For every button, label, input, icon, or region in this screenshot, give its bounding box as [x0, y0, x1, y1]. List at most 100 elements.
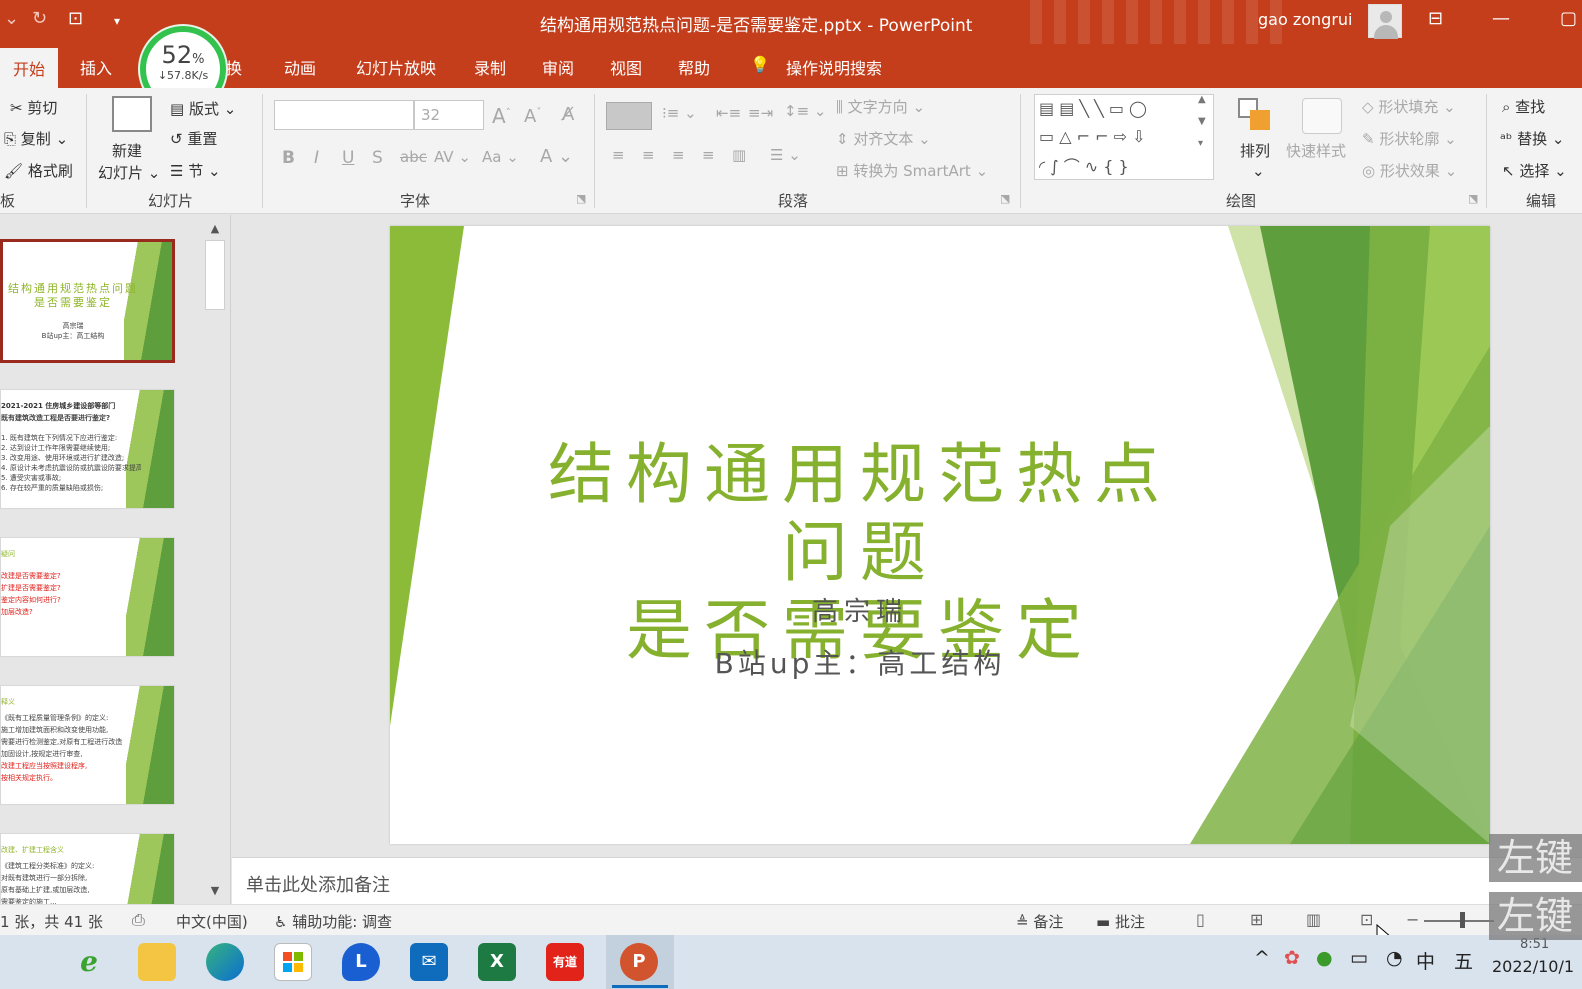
- drawing-dialog-launcher-icon[interactable]: ⬔: [1468, 192, 1478, 205]
- mail-icon[interactable]: ✉: [410, 943, 448, 981]
- section-button[interactable]: ☰ 节 ⌄: [170, 160, 221, 181]
- ime-indicator[interactable]: 中: [1416, 947, 1435, 974]
- thumb-scroll-up-icon[interactable]: ▲: [205, 222, 225, 238]
- increase-font-icon[interactable]: A˄: [492, 104, 511, 128]
- find-button[interactable]: ⌕ 查找: [1502, 96, 1545, 117]
- tab-record[interactable]: 录制: [474, 55, 506, 79]
- store-icon[interactable]: [274, 943, 312, 981]
- decrease-font-icon[interactable]: A˅: [524, 106, 541, 127]
- shapes-gallery[interactable]: ▤ ▤ ╲ ╲ ▭ ◯ ▭ △ ⌐ ⌐ ⇨ ⇩ ◜ ∫ ⌒ ∿ { }: [1034, 94, 1214, 180]
- ie-icon[interactable]: ℯ: [70, 943, 108, 981]
- decrease-indent-icon[interactable]: ⇤≡: [716, 104, 741, 122]
- bold-icon[interactable]: B: [282, 148, 295, 168]
- format-painter-button[interactable]: 🖌 格式刷: [4, 160, 73, 181]
- tab-view[interactable]: 视图: [610, 55, 642, 79]
- quick-styles-button[interactable]: 快速样式: [1286, 140, 1346, 161]
- slide-thumbnail-1[interactable]: 结构通用规范热点问题 是否需要鉴定 高宗瑞 B站up主：高工结构: [0, 239, 175, 363]
- align-right-icon[interactable]: ≡: [672, 146, 685, 164]
- layout-button[interactable]: ▤ 版式 ⌄: [170, 98, 236, 119]
- language-indicator[interactable]: 中文(中国): [176, 911, 248, 932]
- qat-dropdown-icon[interactable]: ⌄: [4, 8, 19, 29]
- replace-button[interactable]: ᵃᵇ 替换 ⌄: [1500, 128, 1564, 149]
- zoom-out-icon[interactable]: −: [1406, 910, 1419, 929]
- minimize-icon[interactable]: —: [1492, 8, 1510, 29]
- align-left-icon[interactable]: ≡: [612, 146, 625, 164]
- shapes-scroll-icon[interactable]: ▲ ▼ ▾: [1198, 94, 1206, 149]
- notes-pane[interactable]: 单击此处添加备注: [232, 857, 1582, 904]
- youdao-icon[interactable]: 有道: [546, 943, 584, 981]
- justify-icon[interactable]: ≡: [702, 146, 715, 164]
- tab-home[interactable]: 开始: [0, 48, 59, 88]
- slide-subtitle[interactable]: B站up主：高工结构: [540, 642, 1180, 682]
- quick-styles-icon[interactable]: [1302, 98, 1342, 134]
- font-name-combo[interactable]: [274, 100, 414, 130]
- line-spacing-icon[interactable]: ↕≡ ⌄: [784, 102, 826, 120]
- tray-security-icon[interactable]: ●: [1316, 947, 1333, 969]
- tab-slideshow[interactable]: 幻灯片放映: [356, 55, 436, 79]
- font-dialog-launcher-icon[interactable]: ⬔: [576, 192, 586, 205]
- distributed-icon[interactable]: ▥: [732, 146, 746, 164]
- user-name[interactable]: gao zongrui: [1258, 10, 1352, 29]
- slide-title[interactable]: 结构通用规范热点问题 是否需要鉴定: [540, 436, 1180, 670]
- tab-review[interactable]: 审阅: [542, 55, 574, 79]
- reading-view-icon[interactable]: ▥: [1306, 910, 1321, 929]
- lenovo-icon[interactable]: L: [342, 943, 380, 981]
- edge-icon[interactable]: [206, 943, 244, 981]
- new-slide-label-1[interactable]: 新建: [112, 140, 142, 161]
- tab-insert[interactable]: 插入: [80, 55, 112, 79]
- align-center-icon[interactable]: ≡: [642, 146, 655, 164]
- arrange-button[interactable]: 排列: [1240, 140, 1270, 161]
- slide-thumbnail-2[interactable]: 2021-2021 住房城乡建设部等部门 既有建筑改造工程是否要进行鉴定? 1.…: [0, 389, 175, 509]
- shape-effects-button[interactable]: ◎ 形状效果 ⌄: [1362, 160, 1457, 181]
- battery-icon[interactable]: ▭: [1350, 947, 1368, 969]
- slide-thumbnail-3[interactable]: 疑问 改建是否需要鉴定? 扩建是否需要鉴定? 鉴定内容如何进行? 加层改造?: [0, 537, 175, 657]
- ribbon-display-icon[interactable]: ⊟: [1428, 8, 1443, 29]
- font-size-combo[interactable]: 32: [414, 100, 484, 130]
- zoom-slider-handle[interactable]: [1460, 912, 1465, 928]
- numbering-icon[interactable]: ⁝≡ ⌄: [662, 104, 697, 122]
- slideshow-view-icon[interactable]: ⊡: [1360, 910, 1373, 929]
- copy-button[interactable]: ⎘ 复制 ⌄: [4, 128, 68, 149]
- arrange-dropdown-icon[interactable]: ⌄: [1252, 162, 1265, 180]
- underline-icon[interactable]: U: [342, 148, 354, 168]
- new-slide-icon[interactable]: [112, 96, 152, 132]
- arrange-icon[interactable]: [1238, 98, 1274, 134]
- tab-animations[interactable]: 动画: [284, 55, 316, 79]
- spellcheck-icon[interactable]: ⎙: [132, 910, 145, 930]
- maximize-icon[interactable]: ▢: [1560, 8, 1577, 29]
- thumb-scrollbar[interactable]: [205, 240, 225, 310]
- ime-mode-indicator[interactable]: 五: [1454, 947, 1473, 974]
- excel-icon[interactable]: X: [478, 943, 516, 981]
- present-from-start-icon[interactable]: ⊡: [68, 8, 83, 29]
- tray-expand-icon[interactable]: ^: [1254, 947, 1270, 969]
- redo-icon[interactable]: ↻: [32, 8, 47, 29]
- zoom-slider[interactable]: [1424, 920, 1494, 922]
- increase-indent-icon[interactable]: ≡⇥: [748, 104, 773, 122]
- customize-qat-icon[interactable]: ▾: [114, 14, 120, 28]
- powerpoint-icon[interactable]: P: [620, 943, 658, 981]
- cut-button[interactable]: ✂ 剪切: [10, 97, 57, 118]
- italic-icon[interactable]: I: [314, 148, 319, 168]
- align-text-button[interactable]: ⇕ 对齐文本 ⌄: [836, 128, 931, 149]
- avatar[interactable]: [1368, 4, 1402, 39]
- font-color-icon[interactable]: A ⌄: [540, 146, 573, 167]
- notes-button[interactable]: ≜ 备注: [1016, 911, 1063, 932]
- reset-button[interactable]: ↺ 重置: [170, 128, 217, 149]
- paragraph-dialog-launcher-icon[interactable]: ⬔: [1000, 192, 1010, 205]
- char-spacing-icon[interactable]: AV ⌄: [434, 148, 471, 166]
- clear-format-icon[interactable]: A̸: [562, 104, 574, 125]
- slide-sorter-icon[interactable]: ⊞: [1250, 910, 1263, 929]
- tell-me-search[interactable]: 操作说明搜索: [786, 55, 882, 79]
- strikethrough-icon[interactable]: abc: [400, 148, 427, 166]
- thumb-scroll-down-icon[interactable]: ▼: [205, 884, 225, 900]
- tray-app-icon[interactable]: ✿: [1284, 947, 1300, 969]
- new-slide-label-2[interactable]: 幻灯片 ⌄: [98, 162, 160, 183]
- shape-outline-button[interactable]: ✎ 形状轮廓 ⌄: [1362, 128, 1457, 149]
- tab-help[interactable]: 帮助: [678, 55, 710, 79]
- slide-author[interactable]: 高宗瑞: [540, 591, 1180, 628]
- smartart-button[interactable]: ⊞ 转换为 SmartArt ⌄: [836, 160, 988, 181]
- text-direction-button[interactable]: ⫼ 文字方向 ⌄: [836, 96, 925, 117]
- wifi-icon[interactable]: ◔: [1386, 947, 1403, 969]
- bullets-icon[interactable]: [606, 102, 652, 130]
- accessibility-status[interactable]: ♿ 辅助功能: 调查: [274, 911, 392, 932]
